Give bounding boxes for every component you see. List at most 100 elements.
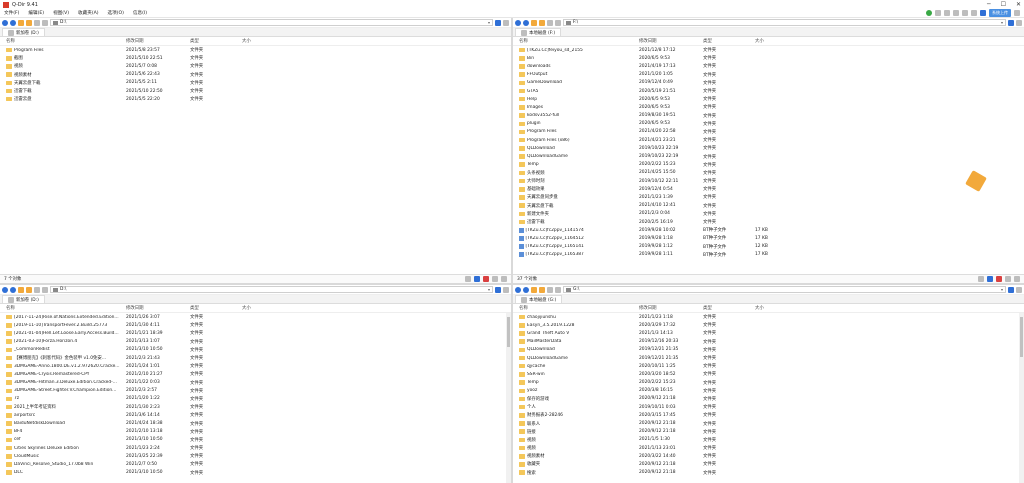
- copy-icon[interactable]: [987, 276, 993, 282]
- favorites-icon[interactable]: [539, 19, 545, 26]
- list-item[interactable]: 视频 2021/5/7 0:08 文件夹: [0, 62, 511, 70]
- home-icon[interactable]: [980, 10, 986, 16]
- menu-view[interactable]: 视图(V): [53, 10, 69, 16]
- header-name[interactable]: 名称: [519, 305, 639, 311]
- menu-file[interactable]: 文件(F): [4, 10, 19, 16]
- list-item[interactable]: 3DMGAME-Anno.1800.DE.v1.2.972620.Cracke.…: [0, 362, 511, 370]
- header-type[interactable]: 类型: [703, 38, 755, 44]
- header-name[interactable]: 名称: [6, 305, 126, 311]
- properties-icon[interactable]: [501, 276, 507, 282]
- list-item[interactable]: [TKZu.Cc]fc2ppv_1141574 2019/9/28 10:02 BT…: [513, 226, 1024, 234]
- header-type[interactable]: 类型: [703, 305, 755, 311]
- forward-icon[interactable]: [10, 19, 16, 26]
- scrollbar[interactable]: [1019, 313, 1024, 483]
- delete-icon[interactable]: [483, 276, 489, 282]
- minimize-icon[interactable]: ─: [987, 1, 991, 8]
- address-bar[interactable]: D:\ ▾: [50, 286, 493, 293]
- back-icon[interactable]: [2, 286, 8, 293]
- favorites-icon[interactable]: [26, 286, 32, 293]
- pane-menu-icon[interactable]: [503, 286, 509, 293]
- list-item[interactable]: BF4 2021/2/10 13:18 文件夹: [0, 428, 511, 436]
- list-item[interactable]: Bin 2020/6/5 9:53 文件夹: [513, 54, 1024, 62]
- list-item[interactable]: 天翼云盘下载 2021/5/5 2:11 文件夹: [0, 79, 511, 87]
- header-size[interactable]: 大小: [242, 38, 302, 44]
- list-item[interactable]: 视频素材 2021/5/6 22:43 文件夹: [0, 71, 511, 79]
- up-folder-icon[interactable]: [531, 286, 537, 293]
- header-date[interactable]: 修改日期: [126, 305, 190, 311]
- header-type[interactable]: 类型: [190, 305, 242, 311]
- back-icon[interactable]: [515, 19, 521, 26]
- list-item[interactable]: 大师时刻 2019/10/12 22:11 文件夹: [513, 177, 1024, 185]
- list-item[interactable]: Program Files 2021/4/20 22:58 文件夹: [513, 128, 1024, 136]
- list-item[interactable]: airportsrc 2021/3/6 14:14 文件夹: [0, 411, 511, 419]
- list-item[interactable]: Cities Skylines Deluxe Edition 2021/1/23 …: [0, 444, 511, 452]
- upload-badge[interactable]: 系统上传: [989, 9, 1011, 17]
- list-item[interactable]: DaVinci_Resolve_Studio_17.0b8 Win 2021/2/…: [0, 460, 511, 468]
- forward-icon[interactable]: [523, 19, 529, 26]
- list-item[interactable]: yooz 2020/3/8 16:15 文件夹: [513, 387, 1024, 395]
- back-icon[interactable]: [515, 286, 521, 293]
- tools-icon[interactable]: [42, 286, 48, 293]
- header-size[interactable]: 大小: [242, 305, 302, 311]
- list-item[interactable]: 视频 2021/1/5 1:30 文件夹: [513, 436, 1024, 444]
- list-item[interactable]: CloudMusic 2021/3/25 22:39 文件夹: [0, 452, 511, 460]
- filter-icon[interactable]: [978, 276, 984, 282]
- list-item[interactable]: 3DMGAME-Hitman.3.Deluxe.Edition.Cracked-…: [0, 379, 511, 387]
- list-item[interactable]: SSR-win 2020/3/20 18:52 文件夹: [513, 370, 1024, 378]
- list-item[interactable]: 天翼云盘同步盘 2021/1/23 1:39 文件夹: [513, 193, 1024, 201]
- list-item[interactable]: 搜索 2020/9/12 21:18 文件夹: [513, 469, 1024, 477]
- view-icon[interactable]: [34, 286, 40, 293]
- list-item[interactable]: [2017-11-24]Rise.of.Nations.Extended.Edi…: [0, 313, 511, 321]
- tab-drive[interactable]: 新加卷 (D:): [2, 28, 45, 36]
- list-item[interactable]: GTA5 2020/5/19 21:51 文件夹: [513, 87, 1024, 95]
- layout-6-icon[interactable]: [971, 10, 977, 16]
- list-item[interactable]: 视频 2021/1/13 23:01 文件夹: [513, 444, 1024, 452]
- copy-icon[interactable]: [474, 276, 480, 282]
- tab-drive[interactable]: 本地磁盘 (F:): [515, 28, 562, 36]
- list-item[interactable]: Easyn_3.5.2019.1228 2020/3/29 17:32 文件夹: [513, 321, 1024, 329]
- list-item[interactable]: 视频素材 2020/3/22 14:40 文件夹: [513, 452, 1024, 460]
- menu-favorites[interactable]: 收藏夹(A): [78, 10, 99, 16]
- tab-drive[interactable]: 本地磁盘 (G:): [515, 295, 563, 303]
- header-date[interactable]: 修改日期: [639, 38, 703, 44]
- list-item[interactable]: 2021上半年考证资料 2021/1/30 2:23 文件夹: [0, 403, 511, 411]
- list-item[interactable]: 天翼云盘下载 2021/4/10 12:41 文件夹: [513, 202, 1024, 210]
- list-item[interactable]: 基础效果 2019/12/4 0:54 文件夹: [513, 185, 1024, 193]
- header-size[interactable]: 大小: [755, 38, 815, 44]
- layout-4-icon[interactable]: [953, 10, 959, 16]
- menu-options[interactable]: 选项(O): [108, 10, 124, 16]
- list-item[interactable]: _CommonRedist 2021/3/10 10:50 文件夹: [0, 346, 511, 354]
- filter-icon[interactable]: [465, 276, 471, 282]
- pane-menu-icon[interactable]: [1016, 19, 1022, 26]
- list-item[interactable]: 头条视频 2021/4/25 15:50 文件夹: [513, 169, 1024, 177]
- up-folder-icon[interactable]: [531, 19, 537, 26]
- forward-icon[interactable]: [523, 286, 529, 293]
- up-folder-icon[interactable]: [18, 19, 24, 26]
- chevron-down-icon[interactable]: ▾: [488, 287, 490, 292]
- cut-icon[interactable]: [492, 276, 498, 282]
- list-item[interactable]: Help 2020/6/5 9:53 文件夹: [513, 95, 1024, 103]
- favorites-icon[interactable]: [26, 19, 32, 26]
- list-item[interactable]: qycache 2020/10/11 1:25 文件夹: [513, 362, 1024, 370]
- list-item[interactable]: GameDownload 2019/12/4 0:49 文件夹: [513, 79, 1024, 87]
- list-item[interactable]: [2021-03-10]Forza.Horizon.4 2021/3/13 1:0…: [0, 338, 511, 346]
- view-mode-icon[interactable]: [1008, 19, 1014, 26]
- list-item[interactable]: Temp 2020/2/22 15:23 文件夹: [513, 379, 1024, 387]
- list-item[interactable]: 7z 2021/1/20 1:22 文件夹: [0, 395, 511, 403]
- view-icon[interactable]: [547, 19, 553, 26]
- list-item[interactable]: plugin 2020/6/5 9:53 文件夹: [513, 120, 1024, 128]
- chevron-down-icon[interactable]: ▾: [488, 20, 490, 25]
- layout-2-icon[interactable]: [935, 10, 941, 16]
- header-name[interactable]: 名称: [519, 38, 639, 44]
- tab-drive[interactable]: 新加卷 (D:): [2, 295, 45, 303]
- up-folder-icon[interactable]: [18, 286, 24, 293]
- tools-icon[interactable]: [42, 19, 48, 26]
- list-item[interactable]: 【赛博朋克】《刺客代码》金色装甲 v1.0免安... 2021/2/3 21:43…: [0, 354, 511, 362]
- menu-info[interactable]: 信息(I): [133, 10, 147, 16]
- tools-icon[interactable]: [555, 286, 561, 293]
- list-item[interactable]: [TKZu.Cc]fc2ppv_1165387 2019/9/28 1:11 BT种…: [513, 251, 1024, 259]
- list-item[interactable]: Images 2020/6/5 9:53 文件夹: [513, 103, 1024, 111]
- list-item[interactable]: 迅雷云盘 2021/5/5 22:20 文件夹: [0, 95, 511, 103]
- list-item[interactable]: 迅雷下载 2021/5/10 22:50 文件夹: [0, 87, 511, 95]
- favorites-icon[interactable]: [539, 286, 545, 293]
